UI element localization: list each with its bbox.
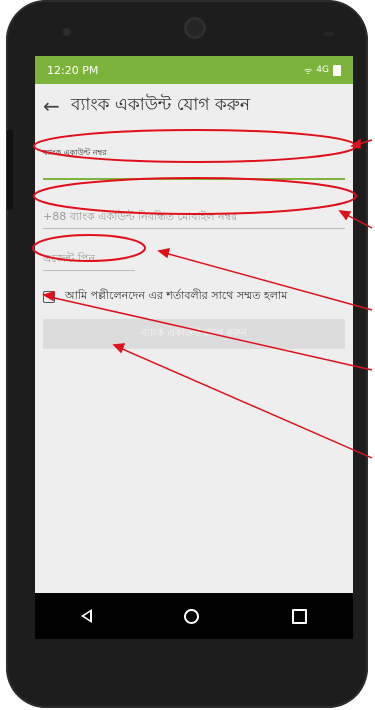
page-title: ব্যাংক একাউন্ট যোগ করুন xyxy=(71,95,250,115)
add-account-button[interactable]: ব্যাংক একাউন্ট যোগ করুন xyxy=(43,319,345,349)
nav-back-icon[interactable] xyxy=(81,609,93,623)
agent-pin-field[interactable]: এজেন্ট পিন xyxy=(43,240,345,271)
account-number-underline xyxy=(43,178,345,180)
mobile-number-underline xyxy=(43,228,345,229)
app-bar: ← ব্যাংক একাউন্ট যোগ করুন xyxy=(35,84,353,128)
terms-checkbox[interactable] xyxy=(43,290,55,303)
terms-label: আমি পল্লীলেনদেন এর শর্তাবলীর সাথে সম্মত … xyxy=(65,289,288,302)
arrow-left-icon[interactable]: ← xyxy=(43,94,71,118)
status-time: 12:20 PM xyxy=(47,63,99,77)
agent-pin-placeholder: এজেন্ট পিন xyxy=(43,252,95,265)
mobile-number-field[interactable]: +88 ব্যাংক একাউন্ট নিবন্ধিত মোবাইল নম্বর xyxy=(43,198,345,229)
camera xyxy=(184,17,206,39)
form: ব্যাংক একাউন্ট নম্বর +88 ব্যাংক একাউন্ট … xyxy=(35,142,353,349)
terms-row: আমি পল্লীলেনদেন এর শর্তাবলীর সাথে সম্মত … xyxy=(43,287,345,306)
account-number-label: ব্যাংক একাউন্ট নম্বর xyxy=(43,148,107,157)
nav-bar xyxy=(35,593,353,639)
battery-icon xyxy=(333,64,341,76)
account-number-field[interactable]: ব্যাংক একাউন্ট নম্বর xyxy=(43,142,345,182)
proximity-sensor xyxy=(324,32,334,36)
mobile-number-placeholder: +88 ব্যাংক একাউন্ট নিবন্ধিত মোবাইল নম্বর xyxy=(43,210,238,223)
status-indicators: ᯤ 4G xyxy=(304,64,341,77)
nav-home-icon[interactable] xyxy=(184,608,200,624)
volume-key xyxy=(7,130,13,210)
sensor-dot xyxy=(63,28,71,36)
screen: 12:20 PM ᯤ 4G ← ব্যাংক একাউন্ট যোগ করুন … xyxy=(35,56,353,639)
agent-pin-underline xyxy=(43,270,135,271)
nav-recent-icon[interactable] xyxy=(291,608,307,624)
network-type: 4G xyxy=(316,65,329,75)
status-bar: 12:20 PM ᯤ 4G xyxy=(35,56,353,84)
signal-icon: ᯤ xyxy=(304,66,313,77)
